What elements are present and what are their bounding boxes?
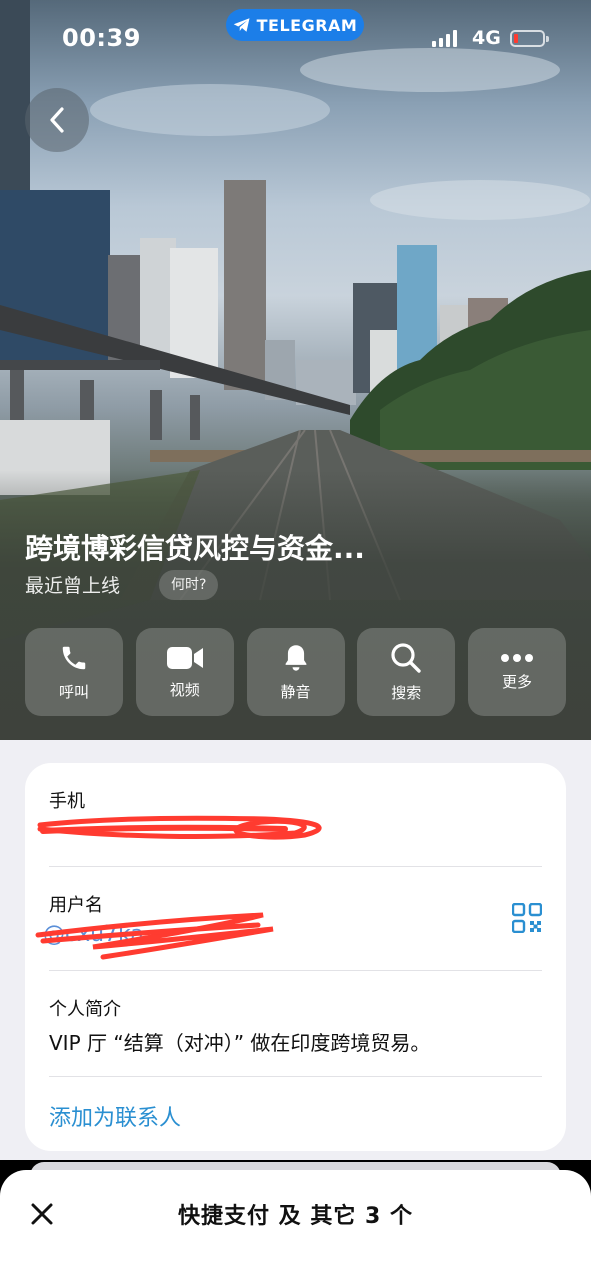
profile-info-card: 手机 用户名 @cxu7ka 个人简介 VIP 厅 “结算（对冲）” 做在印度跨… <box>25 763 566 1151</box>
add-contact-link[interactable]: 添加为联系人 <box>49 1100 542 1132</box>
cellular-signal-icon <box>432 29 457 47</box>
bell-icon <box>285 644 306 671</box>
divider-3 <box>49 1076 542 1077</box>
telegram-app-pill[interactable]: TELEGRAM <box>226 9 364 41</box>
video-label: 视频 <box>169 680 200 699</box>
app-pill-label: TELEGRAM <box>256 15 358 35</box>
call-label: 呼叫 <box>58 682 89 701</box>
more-icon <box>501 653 533 662</box>
profile-screen: 00:39 TELEGRAM 4G 跨境博彩信贷风控与资金... 最近曾上线 何… <box>0 0 591 1280</box>
telegram-plane-icon <box>233 18 250 32</box>
phone-icon <box>62 646 86 669</box>
phone-redaction-scribble <box>37 815 322 840</box>
video-button[interactable]: 视频 <box>135 628 234 716</box>
search-button[interactable]: 搜索 <box>357 628 456 716</box>
video-icon <box>166 646 203 669</box>
bio-text: VIP 厅 “结算（对冲）” 做在印度跨境贸易。 <box>49 1031 431 1055</box>
status-time: 00:39 <box>62 24 141 52</box>
more-label: 更多 <box>501 672 532 691</box>
bio-title: 个人简介 <box>49 999 121 1020</box>
qr-code-icon[interactable] <box>512 903 542 933</box>
search-icon <box>391 642 421 673</box>
mute-button[interactable]: 静音 <box>246 628 345 716</box>
divider-1 <box>49 866 542 867</box>
username-redaction-scribble: @cxu7ka <box>35 912 274 960</box>
profile-actions: 呼叫 视频 静音 搜索 更多 <box>25 628 566 716</box>
chevron-left-icon <box>50 107 64 133</box>
search-label: 搜索 <box>391 683 422 702</box>
more-button[interactable]: 更多 <box>468 628 566 716</box>
network-type: 4G <box>472 27 501 49</box>
when-button[interactable]: 何时? <box>159 570 219 600</box>
bottom-sheet-title: 快捷支付 及 其它 3 个 <box>178 1204 413 1229</box>
battery-icon <box>510 30 549 47</box>
profile-name: 跨境博彩信贷风控与资金... <box>25 532 365 565</box>
mute-label: 静音 <box>280 682 311 701</box>
last-seen-status: 最近曾上线 <box>25 575 121 597</box>
back-button[interactable] <box>25 88 89 152</box>
divider-2 <box>49 970 542 971</box>
call-button[interactable]: 呼叫 <box>25 628 123 716</box>
